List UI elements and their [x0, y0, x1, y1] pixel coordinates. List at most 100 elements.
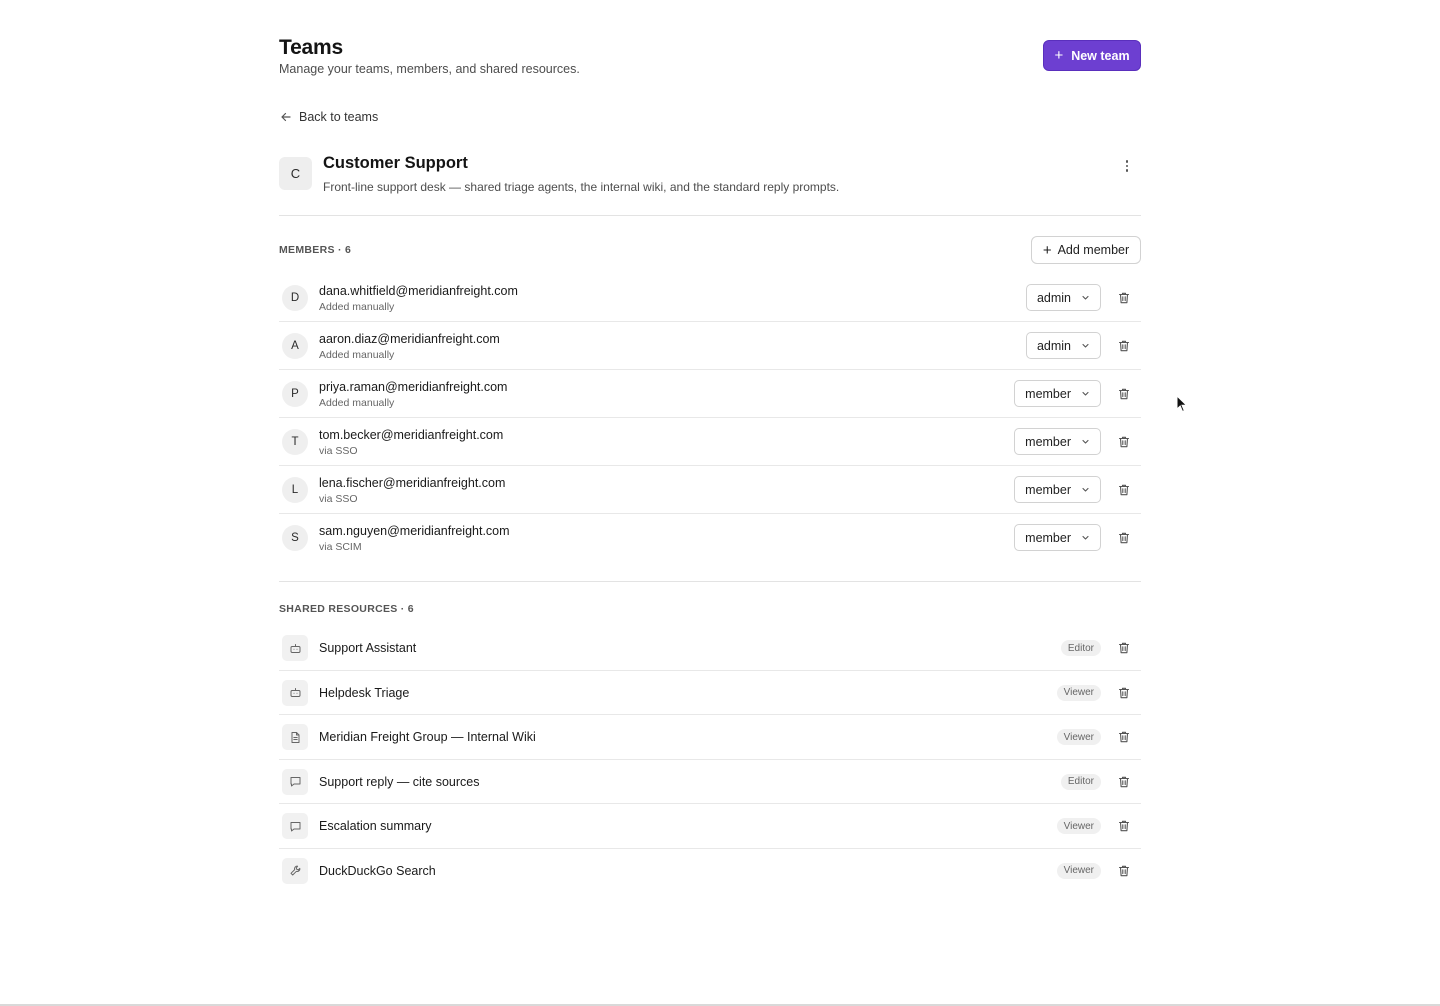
trash-icon[interactable]: [1117, 641, 1131, 655]
member-row: Ttom.becker@meridianfreight.com via SSO me…: [279, 418, 1141, 466]
member-source: Added manually: [319, 349, 395, 361]
resource-row: Meridian Freight Group — Internal Wiki Vi…: [279, 715, 1141, 760]
member-source: via SCIM: [319, 541, 362, 553]
plus-icon: +: [1054, 47, 1064, 64]
member-list: Ddana.whitfield@meridianfreight.com Added…: [279, 274, 1141, 562]
resource-name: DuckDuckGo Search: [319, 863, 436, 878]
role-value: member: [1025, 386, 1071, 401]
add-member-label: Add member: [1057, 243, 1130, 257]
member-email: sam.nguyen@meridianfreight.com: [319, 524, 510, 538]
permission-badge: Viewer: [1056, 862, 1101, 879]
trash-icon[interactable]: [1117, 435, 1131, 449]
trash-icon[interactable]: [1117, 531, 1131, 545]
member-source: Added manually: [319, 397, 395, 409]
role-select[interactable]: member: [1014, 428, 1101, 455]
chevron-down-icon: [1081, 485, 1090, 494]
new-team-label: New team: [1071, 48, 1130, 63]
page-header: Teams Manage your teams, members, and sh…: [279, 0, 1141, 100]
avatar: D: [282, 285, 308, 311]
shared-resources-section-label: SHARED RESOURCES · 6: [279, 603, 414, 615]
team-header: C Customer Support Front-line support de…: [279, 150, 1141, 216]
resource-row: DuckDuckGo Search Viewer: [279, 849, 1141, 894]
role-select[interactable]: member: [1014, 524, 1101, 551]
member-source: Added manually: [319, 301, 395, 313]
page-subtitle: Manage your teams, members, and shared r…: [279, 62, 580, 76]
teams-page: Teams Manage your teams, members, and sh…: [279, 0, 1141, 884]
add-member-button[interactable]: + Add member: [1031, 236, 1141, 264]
permission-badge: Viewer: [1056, 729, 1101, 746]
role-value: admin: [1036, 338, 1071, 353]
page-title: Teams: [279, 36, 343, 59]
avatar: S: [282, 525, 308, 551]
team-avatar: C: [279, 157, 312, 190]
resource-row: Helpdesk Triage Viewer: [279, 671, 1141, 716]
member-source: via SSO: [319, 493, 358, 505]
role-select[interactable]: admin: [1025, 284, 1101, 311]
permission-badge: Viewer: [1056, 818, 1101, 835]
member-email: tom.becker@meridianfreight.com: [319, 428, 504, 442]
role-value: member: [1025, 482, 1071, 497]
avatar: A: [282, 333, 308, 359]
trash-icon[interactable]: [1117, 864, 1131, 878]
resource-name: Helpdesk Triage: [319, 685, 410, 700]
avatar: L: [282, 477, 308, 503]
back-label: Back to teams: [299, 110, 379, 124]
message-icon: [282, 813, 308, 840]
member-row: Llena.fischer@meridianfreight.com via SSO…: [279, 466, 1141, 514]
section-divider: [279, 581, 1141, 582]
team-name: Customer Support: [323, 154, 468, 172]
role-value: member: [1025, 434, 1071, 449]
team-description: Front-line support desk — shared triage …: [323, 180, 840, 194]
member-email: dana.whitfield@meridianfreight.com: [319, 284, 518, 298]
member-row: Ssam.nguyen@meridianfreight.com via SCIM m…: [279, 514, 1141, 562]
shared-resources-list: Support Assistant Editor Helpdesk Triage Vi…: [279, 626, 1141, 894]
trash-icon[interactable]: [1117, 483, 1131, 497]
avatar: T: [282, 429, 308, 455]
chevron-down-icon: [1081, 293, 1090, 302]
member-row: Ppriya.raman@meridianfreight.com Added ma…: [279, 370, 1141, 418]
member-email: priya.raman@meridianfreight.com: [319, 380, 508, 394]
resource-row: Escalation summary Viewer: [279, 804, 1141, 849]
permission-badge: Viewer: [1056, 684, 1101, 701]
role-select[interactable]: member: [1014, 380, 1101, 407]
more-options-icon[interactable]: [1119, 156, 1135, 176]
trash-icon[interactable]: [1117, 686, 1131, 700]
chevron-down-icon: [1081, 533, 1090, 542]
trash-icon[interactable]: [1117, 819, 1131, 833]
back-to-teams-link[interactable]: Back to teams: [279, 110, 378, 124]
document-icon: [282, 724, 308, 751]
trash-icon[interactable]: [1117, 339, 1131, 353]
role-select[interactable]: admin: [1025, 332, 1101, 359]
trash-icon[interactable]: [1117, 730, 1131, 744]
resource-name: Support reply — cite sources: [319, 774, 480, 789]
resource-row: Support Assistant Editor: [279, 626, 1141, 671]
trash-icon[interactable]: [1117, 291, 1131, 305]
chevron-down-icon: [1081, 341, 1090, 350]
member-row: Ddana.whitfield@meridianfreight.com Added…: [279, 274, 1141, 322]
chevron-down-icon: [1081, 389, 1090, 398]
member-email: aaron.diaz@meridianfreight.com: [319, 332, 500, 346]
trash-icon[interactable]: [1117, 387, 1131, 401]
members-section-label: MEMBERS · 6: [279, 244, 352, 256]
avatar: P: [282, 381, 308, 407]
resource-row: Support reply — cite sources Editor: [279, 760, 1141, 805]
arrow-left-icon: [281, 112, 291, 122]
mouse-cursor-icon: [1176, 395, 1188, 413]
bot-icon: [282, 635, 308, 661]
plus-icon: +: [1042, 241, 1052, 259]
member-source: via SSO: [319, 445, 358, 457]
permission-badge: Editor: [1060, 773, 1101, 790]
new-team-button[interactable]: + New team: [1043, 40, 1141, 71]
trash-icon[interactable]: [1117, 775, 1131, 789]
resource-name: Support Assistant: [319, 641, 417, 655]
resource-name: Escalation summary: [319, 819, 432, 834]
message-icon: [282, 768, 308, 795]
wrench-icon: [282, 857, 308, 884]
bot-icon: [282, 679, 308, 706]
chevron-down-icon: [1081, 437, 1090, 446]
role-value: admin: [1036, 290, 1071, 305]
member-row: Aaaron.diaz@meridianfreight.com Added man…: [279, 322, 1141, 370]
role-select[interactable]: member: [1014, 476, 1101, 503]
member-email: lena.fischer@meridianfreight.com: [319, 476, 506, 490]
permission-badge: Editor: [1060, 640, 1101, 656]
